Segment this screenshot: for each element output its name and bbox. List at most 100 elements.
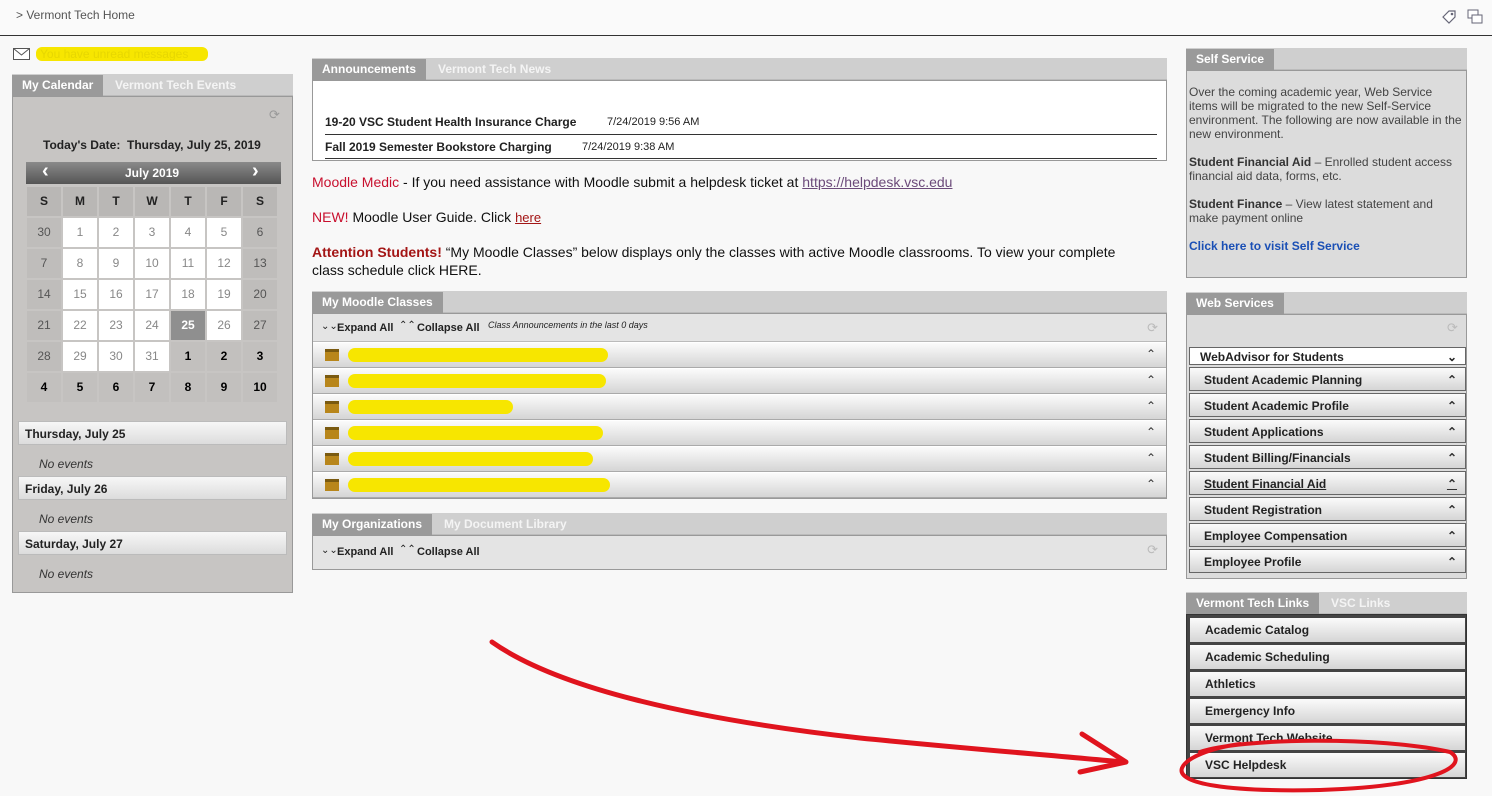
calendar-day[interactable]: 10 — [135, 249, 169, 278]
announcement-item[interactable]: 19-20 VSC Student Health Insurance Charg… — [325, 115, 576, 129]
calendar-day[interactable]: 8 — [63, 249, 97, 278]
calendar-day[interactable]: 26 — [207, 311, 241, 340]
web-service-item[interactable]: Student Applications ⌃ — [1189, 419, 1466, 443]
calendar-day[interactable]: 6 — [99, 373, 133, 402]
chevron-up-icon[interactable]: ⌃ — [1447, 420, 1457, 444]
course-row[interactable]: ⌃ — [313, 369, 1166, 394]
day-header[interactable]: Friday, July 26 — [18, 476, 287, 500]
chevron-up-icon[interactable]: ⌃ — [1146, 425, 1156, 439]
collapse-all-button[interactable]: Collapse All — [417, 546, 480, 558]
tab-my-document-library[interactable]: My Document Library — [434, 514, 577, 535]
course-row[interactable]: ⌃ — [313, 395, 1166, 420]
calendar-day[interactable]: 13 — [243, 249, 277, 278]
refresh-icon[interactable]: ⟳ — [1147, 542, 1158, 558]
collapse-all-icon[interactable]: ⌃⌃ — [399, 320, 416, 331]
chevron-up-icon[interactable]: ⌃ — [1447, 524, 1457, 548]
course-row[interactable]: ⌃ — [313, 421, 1166, 446]
course-row[interactable]: ⌃ — [313, 473, 1166, 498]
expand-all-button[interactable]: Expand All — [337, 322, 393, 334]
calendar-day[interactable]: 24 — [135, 311, 169, 340]
link-item[interactable]: Vermont Tech Website — [1190, 726, 1465, 750]
web-service-item[interactable]: Student Academic Planning ⌃ — [1189, 367, 1466, 391]
tab-my-moodle-classes[interactable]: My Moodle Classes — [312, 292, 443, 313]
web-service-item[interactable]: Employee Profile ⌃ — [1189, 549, 1466, 573]
refresh-icon[interactable]: ⟳ — [1147, 320, 1158, 336]
chevron-up-icon[interactable]: ⌃ — [1447, 368, 1457, 392]
user-guide-link[interactable]: here — [515, 210, 541, 225]
link-item[interactable]: Academic Scheduling — [1190, 645, 1465, 669]
calendar-day[interactable]: 12 — [207, 249, 241, 278]
calendar-day[interactable]: 2 — [99, 218, 133, 247]
calendar-day[interactable]: 4 — [171, 218, 205, 247]
chevron-up-icon[interactable]: ⌃ — [1146, 347, 1156, 361]
calendar-day[interactable]: 30 — [27, 218, 61, 247]
expand-all-button[interactable]: Expand All — [337, 546, 393, 558]
link-item[interactable]: Athletics — [1190, 672, 1465, 696]
chevron-up-icon[interactable]: ⌃ — [1447, 394, 1457, 418]
calendar-day[interactable]: 25 — [171, 311, 205, 340]
chevron-up-icon[interactable]: ⌃ — [1146, 451, 1156, 465]
prev-month-icon[interactable]: ‹ — [42, 160, 49, 183]
calendar-day[interactable]: 7 — [27, 249, 61, 278]
helpdesk-link[interactable]: https://helpdesk.vsc.edu — [802, 174, 952, 190]
calendar-day[interactable]: 10 — [243, 373, 277, 402]
calendar-day[interactable]: 9 — [99, 249, 133, 278]
mail-icon[interactable] — [13, 48, 30, 60]
expand-all-icon[interactable]: ⌄⌄ — [321, 321, 338, 332]
next-month-icon[interactable]: › — [252, 160, 259, 183]
web-service-item[interactable]: Employee Compensation ⌃ — [1189, 523, 1466, 547]
day-header[interactable]: Thursday, July 25 — [18, 421, 287, 445]
refresh-icon[interactable]: ⟳ — [269, 107, 280, 123]
tab-self-service[interactable]: Self Service — [1186, 49, 1275, 70]
calendar-day[interactable]: 6 — [243, 218, 277, 247]
link-item[interactable]: Emergency Info — [1190, 699, 1465, 723]
calendar-day[interactable]: 23 — [99, 311, 133, 340]
calendar-day[interactable]: 1 — [63, 218, 97, 247]
calendar-day[interactable]: 28 — [27, 342, 61, 371]
refresh-icon[interactable]: ⟳ — [1447, 320, 1458, 336]
tab-vermont-tech-links[interactable]: Vermont Tech Links — [1186, 593, 1320, 614]
messages-link[interactable]: You have unread messages — [36, 47, 208, 61]
calendar-day[interactable]: 31 — [135, 342, 169, 371]
calendar-day[interactable]: 9 — [207, 373, 241, 402]
calendar-day[interactable]: 30 — [99, 342, 133, 371]
day-header[interactable]: Saturday, July 27 — [18, 531, 287, 555]
web-service-item[interactable]: Student Registration ⌃ — [1189, 497, 1466, 521]
tab-web-services[interactable]: Web Services — [1186, 293, 1284, 314]
chevron-up-icon[interactable]: ⌃ — [1447, 472, 1457, 496]
chevron-up-icon[interactable]: ⌃ — [1146, 477, 1156, 491]
tab-vermont-tech-events[interactable]: Vermont Tech Events — [105, 75, 246, 96]
calendar-day[interactable]: 2 — [207, 342, 241, 371]
calendar-day[interactable]: 18 — [171, 280, 205, 309]
breadcrumb[interactable]: > Vermont Tech Home — [16, 8, 135, 22]
course-row[interactable]: ⌃ — [313, 343, 1166, 368]
calendar-day[interactable]: 5 — [207, 218, 241, 247]
calendar-day[interactable]: 16 — [99, 280, 133, 309]
tab-my-organizations[interactable]: My Organizations — [312, 514, 433, 535]
tag-icon[interactable] — [1440, 8, 1458, 26]
calendar-day[interactable]: 27 — [243, 311, 277, 340]
chevron-up-icon[interactable]: ⌃ — [1447, 446, 1457, 470]
self-service-link[interactable]: Click here to visit Self Service — [1189, 239, 1464, 253]
calendar-day[interactable]: 3 — [243, 342, 277, 371]
web-service-item[interactable]: Student Academic Profile ⌃ — [1189, 393, 1466, 417]
webadvisor-header[interactable]: WebAdvisor for Students ⌄ — [1189, 347, 1466, 365]
calendar-day[interactable]: 20 — [243, 280, 277, 309]
class-schedule-link[interactable]: HERE. — [439, 262, 482, 278]
calendar-day[interactable]: 14 — [27, 280, 61, 309]
calendar-day[interactable]: 15 — [63, 280, 97, 309]
calendar-day[interactable]: 17 — [135, 280, 169, 309]
calendar-day[interactable]: 19 — [207, 280, 241, 309]
calendar-day[interactable]: 8 — [171, 373, 205, 402]
tab-vsc-links[interactable]: VSC Links — [1321, 593, 1400, 614]
calendar-day[interactable]: 7 — [135, 373, 169, 402]
calendar-day[interactable]: 3 — [135, 218, 169, 247]
calendar-day[interactable]: 4 — [27, 373, 61, 402]
calendar-day[interactable]: 21 — [27, 311, 61, 340]
calendar-day[interactable]: 5 — [63, 373, 97, 402]
chevron-up-icon[interactable]: ⌃ — [1146, 373, 1156, 387]
calendar-day[interactable]: 11 — [171, 249, 205, 278]
calendar-day[interactable]: 29 — [63, 342, 97, 371]
expand-all-icon[interactable]: ⌄⌄ — [321, 545, 338, 556]
tab-my-calendar[interactable]: My Calendar — [12, 75, 104, 96]
